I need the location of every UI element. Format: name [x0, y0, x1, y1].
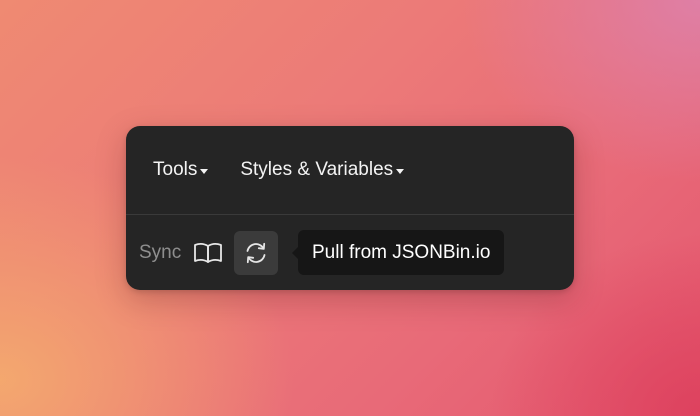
- docs-button[interactable]: [191, 236, 225, 270]
- top-toolbar: Tools Styles & Variables: [126, 126, 574, 214]
- tooltip-text: Pull from JSONBin.io: [312, 241, 491, 263]
- caret-down-icon: [396, 168, 405, 174]
- tools-menu-label: Tools: [153, 159, 198, 180]
- pull-button[interactable]: [234, 230, 279, 275]
- caret-down-icon: [200, 168, 209, 174]
- plugin-panel: Tools Styles & Variables Sync Pull from …: [126, 126, 574, 290]
- book-open-icon: [194, 242, 223, 263]
- sync-toolbar: Sync Pull from JSONBin.io: [126, 215, 574, 290]
- refresh-icon: [246, 242, 266, 263]
- pull-tooltip: Pull from JSONBin.io: [291, 230, 505, 275]
- tools-menu[interactable]: Tools: [153, 159, 209, 181]
- sync-label: Sync: [139, 241, 182, 263]
- styles-variables-menu-label: Styles & Variables: [240, 159, 394, 180]
- styles-variables-menu[interactable]: Styles & Variables: [240, 159, 405, 181]
